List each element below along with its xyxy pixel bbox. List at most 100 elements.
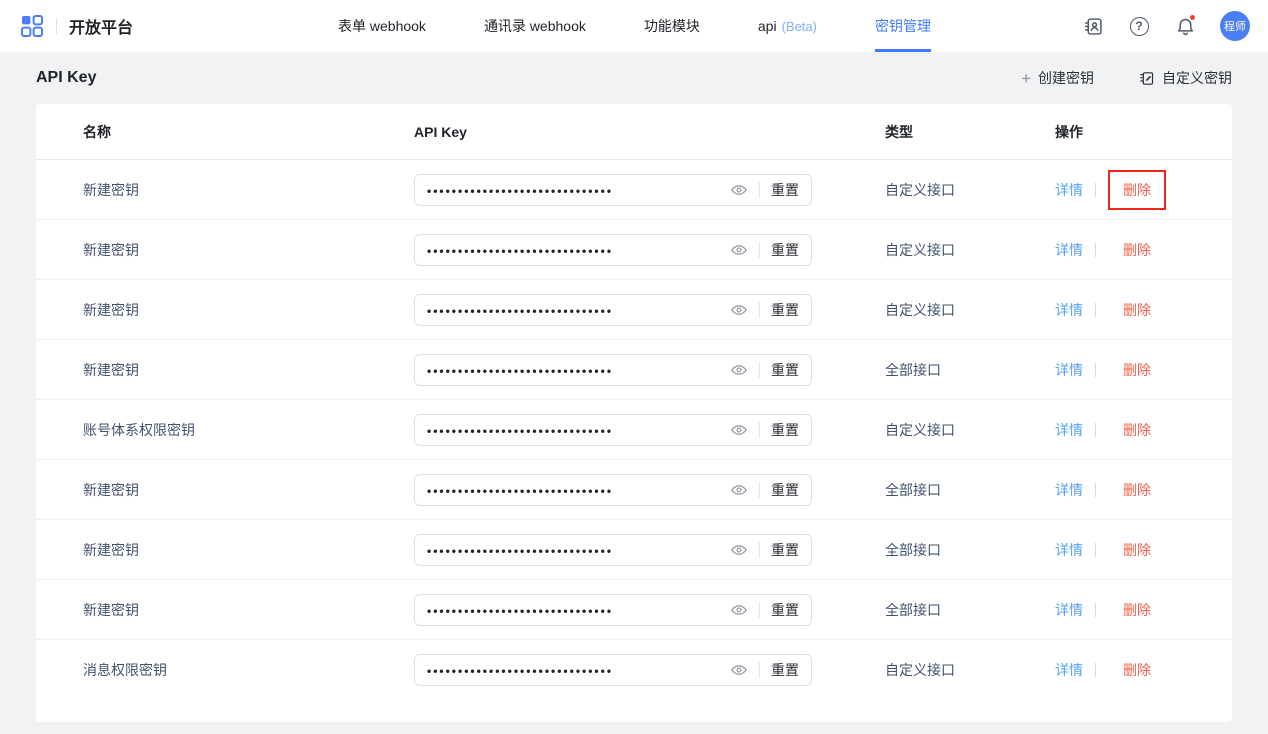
masked-api-key-input[interactable]: •••••••••••••••••••••••••••••• (427, 663, 730, 677)
nav-tab-1[interactable]: 表单 webhook (338, 0, 426, 52)
detail-link[interactable]: 详情 (1055, 540, 1083, 560)
nav-tab-label: api (758, 18, 777, 34)
brand: 开放平台 (20, 14, 133, 38)
eye-icon[interactable] (730, 661, 748, 679)
masked-api-key-input[interactable]: •••••••••••••••••••••••••••••• (427, 483, 730, 497)
topbar: 开放平台 表单 webhook 通讯录 webhook 功能模块 api (Be… (0, 0, 1268, 52)
key-name: 新建密钥 (83, 300, 414, 320)
nav-tab-2[interactable]: 通讯录 webhook (484, 0, 586, 52)
ops-divider (1095, 483, 1096, 497)
page-title: API Key (36, 69, 96, 87)
ops-divider (1095, 303, 1096, 317)
field-divider (759, 542, 760, 558)
detail-link[interactable]: 详情 (1055, 480, 1083, 500)
reset-button[interactable]: 重置 (771, 420, 799, 440)
delete-link[interactable]: 删除 (1123, 180, 1151, 200)
custom-key-button[interactable]: 自定义密钥 (1138, 68, 1232, 88)
delete-link[interactable]: 删除 (1123, 240, 1151, 260)
col-header-api-key: API Key (414, 124, 885, 140)
table-header-row: 名称 API Key 类型 操作 (36, 104, 1232, 160)
reset-button[interactable]: 重置 (771, 360, 799, 380)
delete-link[interactable]: 删除 (1123, 300, 1151, 320)
delete-highlight-box: 删除 (1108, 170, 1166, 210)
create-key-button[interactable]: + 创建密钥 (1021, 68, 1094, 88)
table-row: 账号体系权限密钥 •••••••••••••••••••••••••••••• … (36, 400, 1232, 460)
masked-api-key-input[interactable]: •••••••••••••••••••••••••••••• (427, 543, 730, 557)
app-grid-logo-icon[interactable] (20, 14, 44, 38)
delete-highlight-box: 删除 (1108, 230, 1166, 270)
help-icon[interactable]: ? (1128, 15, 1150, 37)
reset-button[interactable]: 重置 (771, 240, 799, 260)
eye-icon[interactable] (730, 181, 748, 199)
contact-book-icon[interactable] (1082, 15, 1104, 37)
reset-button[interactable]: 重置 (771, 300, 799, 320)
field-divider (759, 302, 760, 318)
masked-api-key-input[interactable]: •••••••••••••••••••••••••••••• (427, 603, 730, 617)
detail-link[interactable]: 详情 (1055, 660, 1083, 680)
reset-button[interactable]: 重置 (771, 600, 799, 620)
nav-tab-3[interactable]: 功能模块 (644, 0, 700, 52)
masked-api-key-input[interactable]: •••••••••••••••••••••••••••••• (427, 183, 730, 197)
detail-link[interactable]: 详情 (1055, 180, 1083, 200)
custom-key-label: 自定义密钥 (1162, 68, 1232, 88)
key-name: 新建密钥 (83, 180, 414, 200)
masked-api-key-input[interactable]: •••••••••••••••••••••••••••••• (427, 303, 730, 317)
delete-link[interactable]: 删除 (1123, 360, 1151, 380)
detail-link[interactable]: 详情 (1055, 420, 1083, 440)
delete-link[interactable]: 删除 (1123, 480, 1151, 500)
key-type: 自定义接口 (885, 180, 1055, 200)
table-row: 新建密钥 •••••••••••••••••••••••••••••• 重置 自… (36, 220, 1232, 280)
ops-divider (1095, 183, 1096, 197)
brand-divider (56, 18, 57, 34)
api-key-field-group: •••••••••••••••••••••••••••••• 重置 (414, 594, 812, 626)
eye-icon[interactable] (730, 541, 748, 559)
key-type: 自定义接口 (885, 420, 1055, 440)
reset-button[interactable]: 重置 (771, 660, 799, 680)
delete-highlight-box: 删除 (1108, 410, 1166, 450)
masked-api-key-input[interactable]: •••••••••••••••••••••••••••••• (427, 243, 730, 257)
eye-icon[interactable] (730, 301, 748, 319)
key-name: 新建密钥 (83, 600, 414, 620)
detail-link[interactable]: 详情 (1055, 600, 1083, 620)
eye-icon[interactable] (730, 601, 748, 619)
delete-highlight-box: 删除 (1108, 650, 1166, 690)
detail-link[interactable]: 详情 (1055, 240, 1083, 260)
table-row: 新建密钥 •••••••••••••••••••••••••••••• 重置 全… (36, 460, 1232, 520)
delete-link[interactable]: 删除 (1123, 420, 1151, 440)
ops-divider (1095, 543, 1096, 557)
table-row: 新建密钥 •••••••••••••••••••••••••••••• 重置 全… (36, 580, 1232, 640)
avatar[interactable]: 程师 (1220, 11, 1250, 41)
key-name: 新建密钥 (83, 540, 414, 560)
create-key-label: 创建密钥 (1038, 68, 1094, 88)
delete-link[interactable]: 删除 (1123, 540, 1151, 560)
reset-button[interactable]: 重置 (771, 180, 799, 200)
ops-divider (1095, 243, 1096, 257)
delete-link[interactable]: 删除 (1123, 660, 1151, 680)
nav-tab-4[interactable]: api (Beta) (758, 0, 817, 52)
api-key-field-group: •••••••••••••••••••••••••••••• 重置 (414, 534, 812, 566)
nav-tab-5[interactable]: 密钥管理 (875, 0, 931, 52)
key-type: 自定义接口 (885, 300, 1055, 320)
eye-icon[interactable] (730, 481, 748, 499)
reset-button[interactable]: 重置 (771, 540, 799, 560)
delete-highlight-box: 删除 (1108, 590, 1166, 630)
col-header-type: 类型 (885, 122, 1055, 142)
key-name: 新建密钥 (83, 240, 414, 260)
delete-link[interactable]: 删除 (1123, 600, 1151, 620)
delete-highlight-box: 删除 (1108, 350, 1166, 390)
reset-button[interactable]: 重置 (771, 480, 799, 500)
field-divider (759, 422, 760, 438)
eye-icon[interactable] (730, 421, 748, 439)
eye-icon[interactable] (730, 241, 748, 259)
detail-link[interactable]: 详情 (1055, 360, 1083, 380)
masked-api-key-input[interactable]: •••••••••••••••••••••••••••••• (427, 423, 730, 437)
masked-api-key-input[interactable]: •••••••••••••••••••••••••••••• (427, 363, 730, 377)
notification-bell-icon[interactable] (1174, 15, 1196, 37)
page-actions: + 创建密钥 自定义密钥 (1021, 68, 1232, 88)
nav-tab-label: 功能模块 (644, 16, 700, 36)
nav-tab-label: 通讯录 webhook (484, 16, 586, 36)
detail-link[interactable]: 详情 (1055, 300, 1083, 320)
key-name: 消息权限密钥 (83, 660, 414, 680)
eye-icon[interactable] (730, 361, 748, 379)
key-name: 账号体系权限密钥 (83, 420, 414, 440)
